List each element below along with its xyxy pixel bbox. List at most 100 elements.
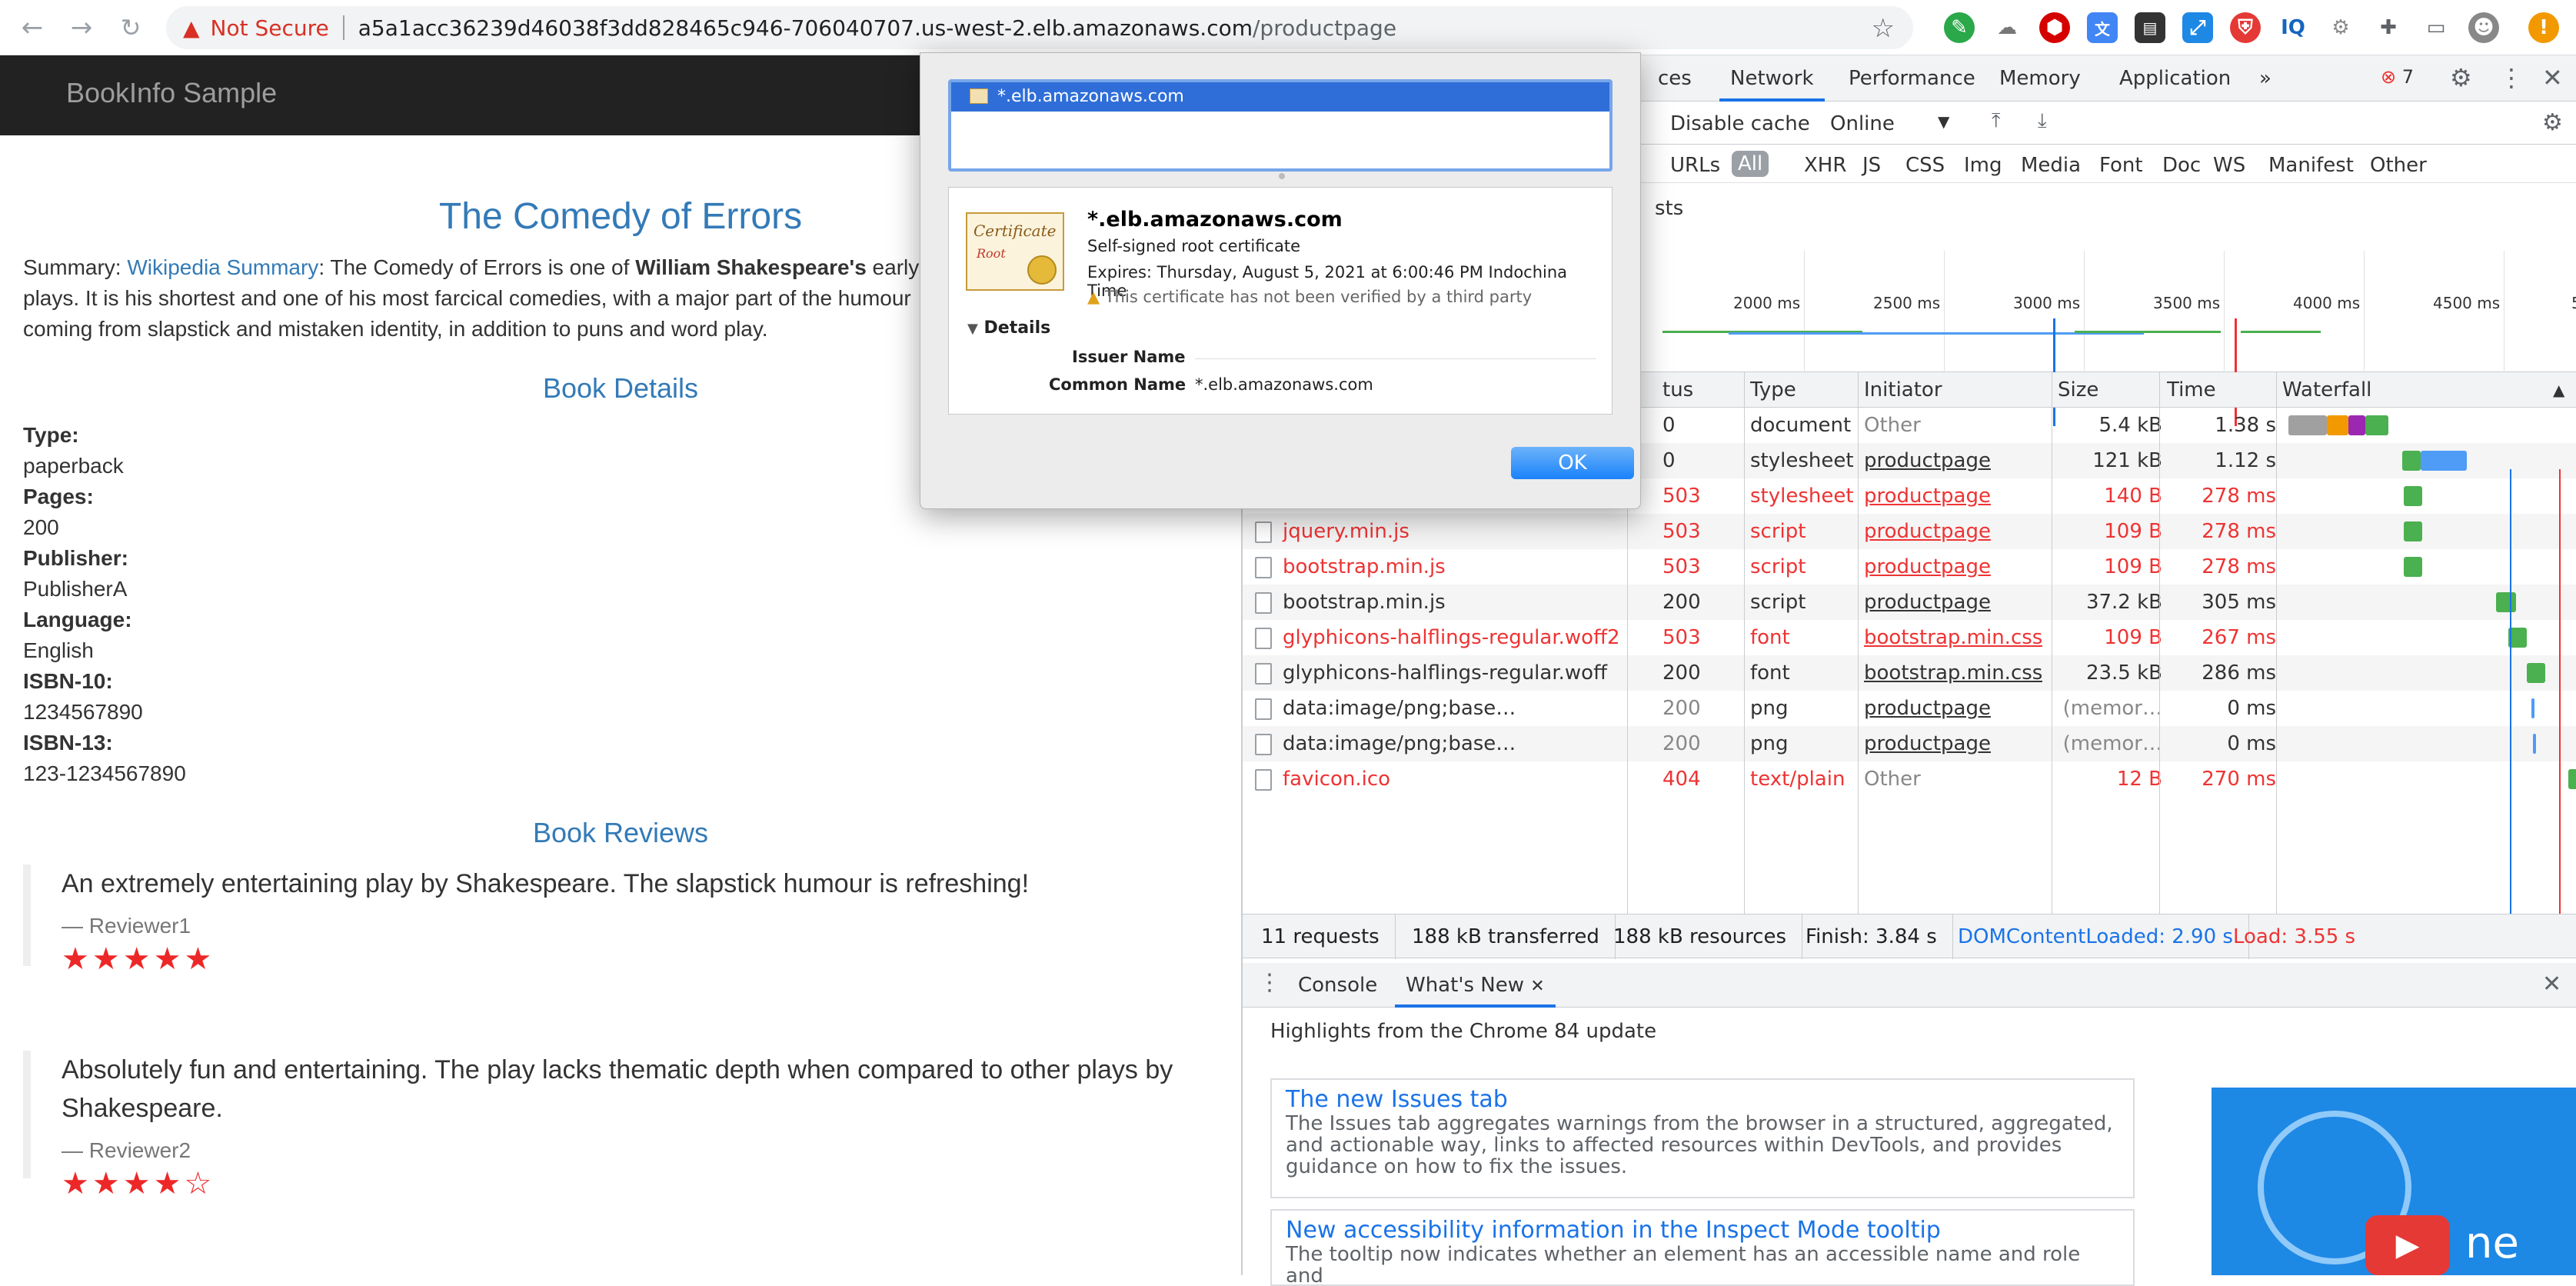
table-row[interactable]: bootstrap.min.js 200 script productpage 37.2… bbox=[1243, 585, 2576, 620]
card-title[interactable]: The new Issues tab bbox=[1286, 1086, 2119, 1113]
ublock-icon[interactable]: ⬢ bbox=[2039, 12, 2070, 43]
request-name[interactable]: data:image/png;base… bbox=[1255, 726, 1624, 761]
network-settings-icon[interactable]: ⚙ bbox=[2542, 109, 2563, 136]
warning-icon[interactable]: ▲ bbox=[183, 15, 200, 41]
devtools-menu-icon[interactable]: ⋮ bbox=[2499, 63, 2524, 92]
column-type[interactable]: Type bbox=[1750, 372, 1796, 408]
evernote-icon[interactable]: ✎ bbox=[1944, 12, 1975, 43]
waterfall-bar[interactable] bbox=[2402, 451, 2421, 471]
filter-media[interactable]: Media bbox=[2021, 154, 2081, 177]
address-bar[interactable]: ▲ Not Secure a5a1acc36239d46038f3dd82846… bbox=[166, 6, 1913, 49]
request-name[interactable]: glyphicons-halflings-regular.woff2 bbox=[1255, 620, 1624, 655]
request-name[interactable]: glyphicons-halflings-regular.woff bbox=[1255, 655, 1624, 691]
request-name[interactable]: data:image/png;base… bbox=[1255, 691, 1624, 726]
back-icon[interactable]: ← bbox=[15, 11, 49, 45]
waterfall-bar[interactable] bbox=[2527, 663, 2545, 683]
chevron-down-icon[interactable]: ▼ bbox=[1938, 112, 1949, 131]
reload-icon[interactable]: ↻ bbox=[114, 11, 148, 45]
details-disclosure[interactable]: ▼ Details bbox=[967, 318, 1050, 338]
request-name[interactable]: jquery.min.js bbox=[1255, 514, 1624, 549]
extensions-puzzle-icon[interactable]: ✚ bbox=[2373, 12, 2404, 43]
export-har-icon[interactable]: ⤓ bbox=[2038, 109, 2047, 133]
filter-css[interactable]: CSS bbox=[1905, 154, 1945, 177]
table-row[interactable]: glyphicons-halflings-regular.woff 200 font… bbox=[1243, 655, 2576, 691]
brand-link[interactable]: BookInfo Sample bbox=[66, 77, 277, 109]
whats-new-promo-image[interactable]: ▶ ne bbox=[2212, 1088, 2576, 1275]
wikipedia-summary-link[interactable]: Wikipedia Summary bbox=[127, 255, 318, 279]
ok-button[interactable]: OK bbox=[1511, 447, 1634, 479]
shield-icon[interactable]: ⛨ bbox=[2230, 12, 2261, 43]
waterfall-bar[interactable] bbox=[2288, 415, 2327, 435]
cast-icon[interactable]: ▭ bbox=[2421, 12, 2451, 43]
column-size[interactable]: Size bbox=[2058, 372, 2098, 408]
waterfall-bar[interactable] bbox=[2531, 698, 2534, 718]
filter-manifest[interactable]: Manifest bbox=[2268, 154, 2354, 177]
filter-xhr[interactable]: XHR bbox=[1804, 154, 1846, 177]
filter-js[interactable]: JS bbox=[1862, 154, 1881, 177]
table-row[interactable]: favicon.ico 404 text/plain Other 12 B 270 ms bbox=[1243, 761, 2576, 797]
disclosure-triangle-icon[interactable]: ▼ bbox=[967, 321, 978, 337]
waterfall-bar[interactable] bbox=[2533, 734, 2536, 754]
resize-icon[interactable]: ⤢ bbox=[2182, 12, 2213, 43]
cell-initiator[interactable]: bootstrap.min.css bbox=[1864, 655, 2042, 691]
url-host[interactable]: a5a1acc36239d46038f3dd828465c946-7060407… bbox=[358, 15, 1253, 41]
code-icon[interactable]: ▤ bbox=[2135, 12, 2165, 43]
cell-initiator[interactable]: bootstrap.min.css bbox=[1864, 620, 2042, 655]
column-status[interactable]: tus bbox=[1662, 372, 1693, 408]
certificate-list[interactable]: *.elb.amazonaws.com bbox=[948, 79, 1612, 172]
splitter-handle[interactable] bbox=[1279, 173, 1285, 179]
tab-sources[interactable]: ces bbox=[1647, 55, 1702, 102]
waterfall-bar[interactable] bbox=[2365, 415, 2388, 435]
filter-urls[interactable]: URLs bbox=[1670, 154, 1720, 177]
translate-icon[interactable]: 文 bbox=[2087, 12, 2118, 43]
import-har-icon[interactable]: ⤒ bbox=[1992, 109, 2001, 133]
table-row[interactable]: glyphicons-halflings-regular.woff2 503 fon… bbox=[1243, 620, 2576, 655]
disable-cache-label[interactable]: Disable cache bbox=[1670, 112, 1810, 135]
waterfall-bar[interactable] bbox=[2421, 451, 2467, 471]
cell-initiator[interactable]: productpage bbox=[1864, 514, 1991, 549]
filter-doc[interactable]: Doc bbox=[2162, 154, 2201, 177]
tab-console[interactable]: Console bbox=[1287, 963, 1388, 1008]
blocked-requests-label[interactable]: sts bbox=[1655, 197, 1683, 220]
request-name[interactable]: bootstrap.min.js bbox=[1255, 549, 1624, 585]
tab-whats-new[interactable]: What's New ✕ bbox=[1395, 963, 1556, 1008]
error-counter[interactable]: ⊗ 7 bbox=[2381, 66, 2414, 88]
filter-ws[interactable]: WS bbox=[2213, 154, 2245, 177]
avatar[interactable]: ☻ bbox=[2468, 12, 2499, 43]
update-alert-icon[interactable]: ! bbox=[2528, 12, 2559, 43]
waterfall-bar[interactable] bbox=[2404, 557, 2422, 577]
certificate-list-item[interactable]: *.elb.amazonaws.com bbox=[951, 82, 1609, 112]
table-row[interactable]: data:image/png;base… 200 png productpage (me… bbox=[1243, 726, 2576, 761]
sort-asc-icon[interactable]: ▲ bbox=[2553, 372, 2564, 408]
waterfall-bar[interactable] bbox=[2568, 769, 2576, 789]
filter-img[interactable]: Img bbox=[1964, 154, 2002, 177]
request-name[interactable]: favicon.ico bbox=[1255, 761, 1624, 797]
request-name[interactable]: bootstrap.min.js bbox=[1255, 585, 1624, 620]
cell-initiator[interactable]: productpage bbox=[1864, 443, 1991, 478]
security-status[interactable]: Not Secure bbox=[211, 15, 329, 41]
play-video-icon[interactable]: ▶ bbox=[2365, 1215, 2450, 1275]
bookmark-star-icon[interactable]: ☆ bbox=[1872, 13, 1895, 44]
forward-icon[interactable]: → bbox=[65, 11, 98, 45]
whats-new-card[interactable]: The new Issues tab The Issues tab aggreg… bbox=[1270, 1078, 2135, 1198]
table-row[interactable]: data:image/png;base… 200 png productpage (me… bbox=[1243, 691, 2576, 726]
waterfall-bar[interactable] bbox=[2496, 592, 2516, 612]
close-tab-icon[interactable]: ✕ bbox=[1530, 977, 1544, 996]
more-tabs-icon[interactable]: » bbox=[2248, 55, 2282, 102]
drawer-menu-icon[interactable]: ⋮ bbox=[1258, 969, 1281, 996]
cell-initiator[interactable]: productpage bbox=[1864, 478, 1991, 514]
column-waterfall[interactable]: Waterfall bbox=[2282, 372, 2371, 408]
waterfall-bar[interactable] bbox=[2404, 486, 2422, 506]
cell-initiator[interactable]: productpage bbox=[1864, 726, 1991, 761]
table-row[interactable]: jquery.min.js 503 script productpage 109 B 27… bbox=[1243, 514, 2576, 549]
tab-application[interactable]: Application bbox=[2108, 55, 2242, 102]
tab-network[interactable]: Network bbox=[1719, 55, 1825, 102]
column-initiator[interactable]: Initiator bbox=[1864, 372, 1942, 408]
cell-initiator[interactable]: productpage bbox=[1864, 585, 1991, 620]
url-path[interactable]: /productpage bbox=[1253, 15, 1396, 41]
settings-ext-icon[interactable]: ⚙ bbox=[2325, 12, 2356, 43]
tab-memory[interactable]: Memory bbox=[1989, 55, 2092, 102]
filter-other[interactable]: Other bbox=[2370, 154, 2427, 177]
extension-cloud-icon[interactable]: ☁ bbox=[1992, 12, 2022, 43]
waterfall-bar[interactable] bbox=[2404, 521, 2422, 541]
